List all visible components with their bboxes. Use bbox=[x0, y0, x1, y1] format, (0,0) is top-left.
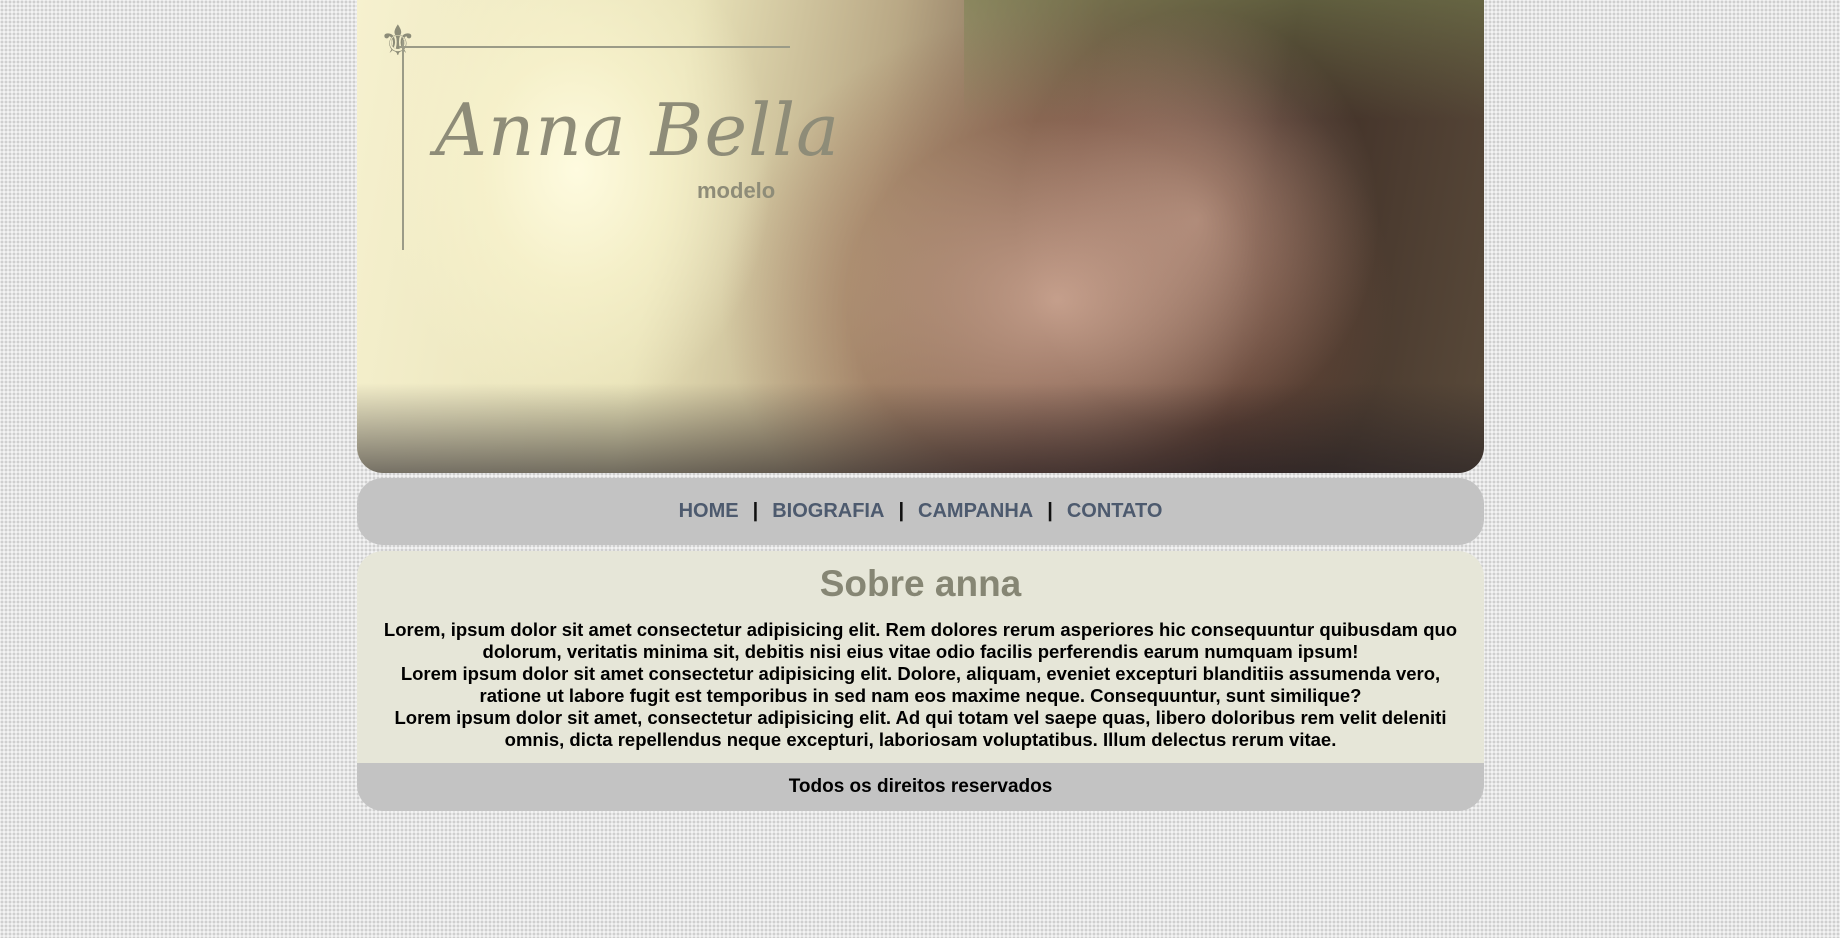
nav-separator: | bbox=[752, 500, 759, 522]
nav-biografia-link[interactable]: BIOGRAFIA bbox=[772, 500, 884, 523]
logo-subtitle: modelo bbox=[697, 178, 776, 203]
site-footer: Todos os direitos reservados bbox=[357, 763, 1484, 811]
nav-home-link[interactable]: HOME bbox=[679, 500, 739, 523]
about-paragraph-1: Lorem, ipsum dolor sit amet consectetur … bbox=[383, 619, 1458, 662]
hero-bottom-shade bbox=[357, 383, 1484, 473]
about-paragraph-2: Lorem ipsum dolor sit amet consectetur a… bbox=[400, 663, 1441, 706]
nav-campanha-link[interactable]: CAMPANHA bbox=[918, 500, 1033, 523]
about-section: Sobre anna Lorem, ipsum dolor sit amet c… bbox=[357, 551, 1484, 763]
nav-separator: | bbox=[898, 500, 905, 522]
logo-brand-name: Anna Bella bbox=[435, 88, 841, 172]
about-paragraph-3: Lorem ipsum dolor sit amet, consectetur … bbox=[394, 707, 1447, 750]
logo-horizontal-rule bbox=[399, 46, 790, 48]
logo-vertical-rule bbox=[402, 40, 404, 250]
site-container: ⚜ Anna Bella modelo HOME | BIOGRAFIA | C… bbox=[357, 0, 1484, 811]
main-nav: HOME | BIOGRAFIA | CAMPANHA | CONTATO bbox=[357, 478, 1484, 545]
footer-copyright: Todos os direitos reservados bbox=[788, 776, 1053, 797]
section-title: Sobre anna bbox=[819, 563, 1022, 604]
nav-separator: | bbox=[1047, 500, 1053, 522]
fleur-de-lis-icon: ⚜ bbox=[379, 17, 417, 64]
hero-banner: ⚜ Anna Bella modelo bbox=[357, 0, 1484, 473]
nav-contato-link[interactable]: CONTATO bbox=[1067, 500, 1163, 523]
site-logo[interactable]: ⚜ Anna Bella modelo bbox=[377, 17, 839, 258]
